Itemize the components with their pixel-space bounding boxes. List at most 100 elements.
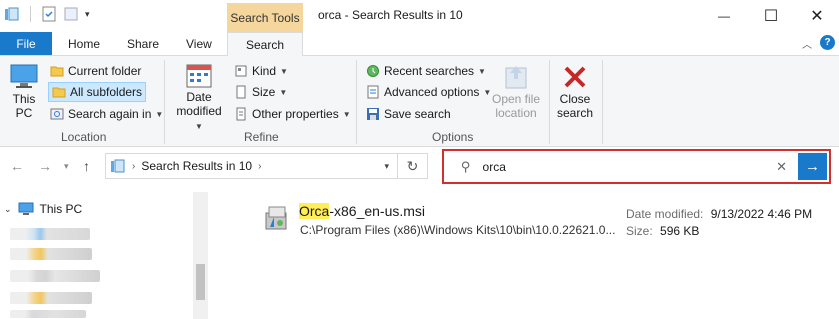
- search-go-button[interactable]: →: [798, 153, 827, 180]
- search-results-folder-icon: [111, 159, 125, 173]
- save-icon: [367, 108, 379, 120]
- back-arrow-icon[interactable]: ←: [10, 158, 24, 174]
- arrow-right-icon: →: [805, 158, 820, 175]
- msi-installer-icon: [265, 206, 287, 230]
- this-pc-label: This PC: [39, 202, 83, 216]
- current-folder-button[interactable]: Current folder: [50, 61, 141, 81]
- breadcrumb-separator-icon[interactable]: ›: [132, 161, 135, 172]
- close-window-button[interactable]: ✕: [794, 0, 839, 32]
- save-search-button[interactable]: Save search: [366, 104, 451, 124]
- minimize-button[interactable]: —: [701, 0, 747, 32]
- tab-share[interactable]: Share: [127, 32, 159, 55]
- title-bar: ▾ Search Tools orca - Search Results in …: [0, 0, 839, 32]
- close-search-button[interactable]: Close search: [555, 62, 595, 120]
- properties-icon[interactable]: [41, 6, 57, 22]
- tab-view[interactable]: View: [186, 32, 212, 55]
- refresh-button[interactable]: ↻: [398, 153, 428, 179]
- open-file-location-label: Open file location: [491, 92, 541, 120]
- open-file-location-icon: [505, 66, 527, 89]
- current-folder-label: Current folder: [68, 64, 142, 78]
- size-label: Size:: [626, 224, 653, 238]
- recent-searches-label: Recent searches: [384, 64, 475, 78]
- location-group-label: Location: [61, 130, 107, 144]
- this-pc-button[interactable]: This PC: [6, 62, 42, 120]
- tab-home[interactable]: Home: [68, 32, 100, 55]
- quick-access-toolbar: ▾: [4, 6, 90, 22]
- address-dropdown-icon[interactable]: ▾: [384, 161, 389, 172]
- forward-arrow-icon[interactable]: →: [38, 158, 52, 174]
- result-date-modified: Date modified: 9/13/2022 4:46 PM: [626, 207, 812, 221]
- search-again-in-label: Search again in: [68, 107, 152, 121]
- close-icon: [564, 66, 586, 88]
- all-subfolders-label: All subfolders: [70, 85, 143, 99]
- subfolders-icon: [52, 87, 66, 98]
- collapse-ribbon-icon[interactable]: ︿: [802, 36, 812, 51]
- calendar-icon: [186, 64, 212, 88]
- tab-search[interactable]: Search: [227, 32, 303, 56]
- refine-group-label: Refine: [244, 130, 279, 144]
- other-properties-label: Other properties: [252, 107, 339, 121]
- blurred-nav-item[interactable]: [10, 310, 86, 318]
- result-file-path: C:\Program Files (x86)\Windows Kits\10\b…: [300, 223, 616, 237]
- open-file-location-button[interactable]: Open file location: [490, 62, 542, 120]
- ribbon: This PC Current folder All subfolders Se…: [0, 55, 839, 147]
- close-icon: ✕: [810, 8, 824, 25]
- chevron-down-icon[interactable]: ⌄: [4, 204, 12, 215]
- up-arrow-icon[interactable]: ↑: [83, 158, 90, 174]
- address-bar[interactable]: › Search Results in 10 › ▾: [105, 153, 398, 179]
- ribbon-tabs: File Home Share View Search ︿ ?: [0, 32, 839, 56]
- chevron-down-icon: ▼: [478, 66, 486, 76]
- breadcrumb-separator-icon[interactable]: ›: [258, 161, 261, 172]
- other-properties-button[interactable]: Other properties ▼: [234, 104, 351, 124]
- result-file-name-rest: -x86_en-us.msi: [329, 203, 426, 219]
- scrollbar-thumb[interactable]: [196, 264, 205, 300]
- refresh-icon: ↻: [406, 157, 419, 174]
- clear-search-icon[interactable]: ✕: [776, 159, 787, 175]
- new-folder-icon[interactable]: [63, 6, 79, 22]
- advanced-options-button[interactable]: Advanced options ▼: [366, 82, 491, 102]
- date-modified-button[interactable]: Date modified ▼: [171, 62, 227, 134]
- blurred-nav-item[interactable]: [10, 248, 92, 260]
- size-button[interactable]: Size ▼: [234, 82, 287, 102]
- result-file-name[interactable]: Orca-x86_en-us.msi: [299, 203, 425, 219]
- options-group-label: Options: [432, 130, 474, 144]
- kind-icon: [235, 65, 247, 77]
- kind-label: Kind: [252, 64, 277, 78]
- navigation-pane: ⌄ This PC: [0, 190, 210, 319]
- help-icon[interactable]: ?: [820, 35, 835, 50]
- window-title: orca - Search Results in 10: [318, 8, 463, 22]
- breadcrumb-search-results[interactable]: Search Results in 10: [141, 159, 252, 173]
- size-label: Size: [252, 85, 276, 99]
- maximize-icon: ☐: [763, 8, 779, 25]
- tab-file[interactable]: File: [0, 32, 52, 55]
- recent-locations-chevron-icon[interactable]: ▾: [64, 161, 69, 172]
- search-again-in-button[interactable]: Search again in ▼: [50, 104, 163, 124]
- folder-icon: [50, 66, 64, 77]
- recent-searches-button[interactable]: Recent searches ▼: [366, 61, 486, 81]
- search-tools-context-tab: Search Tools: [227, 3, 303, 32]
- date-modified-value: 9/13/2022 4:46 PM: [710, 207, 813, 221]
- advanced-options-label: Advanced options: [384, 85, 480, 99]
- nav-item-this-pc[interactable]: ⌄ This PC: [4, 202, 82, 216]
- blurred-nav-item[interactable]: [10, 228, 90, 240]
- blurred-nav-item[interactable]: [10, 270, 100, 282]
- close-search-label: Close search: [556, 92, 594, 120]
- this-pc-label: This PC: [12, 92, 36, 120]
- result-size: Size: 596 KB: [626, 224, 699, 238]
- maximize-button[interactable]: ☐: [748, 0, 794, 32]
- chevron-down-icon: ▼: [155, 109, 164, 119]
- computer-icon: [10, 64, 38, 88]
- explorer-icon[interactable]: [4, 6, 20, 22]
- search-input[interactable]: ⚲ orca ✕: [447, 154, 797, 179]
- all-subfolders-button[interactable]: All subfolders: [48, 82, 147, 102]
- minimize-icon: —: [718, 9, 730, 23]
- search-again-icon: [50, 108, 64, 120]
- chevron-down-icon: ▼: [280, 66, 288, 76]
- size-value: 596 KB: [660, 224, 700, 238]
- blurred-nav-item[interactable]: [10, 292, 92, 304]
- date-modified-label: Date modified:: [626, 207, 704, 221]
- properties-icon: [236, 107, 246, 121]
- kind-button[interactable]: Kind ▼: [234, 61, 288, 81]
- advanced-options-icon: [367, 85, 379, 99]
- qat-customize-icon[interactable]: ▾: [85, 9, 90, 20]
